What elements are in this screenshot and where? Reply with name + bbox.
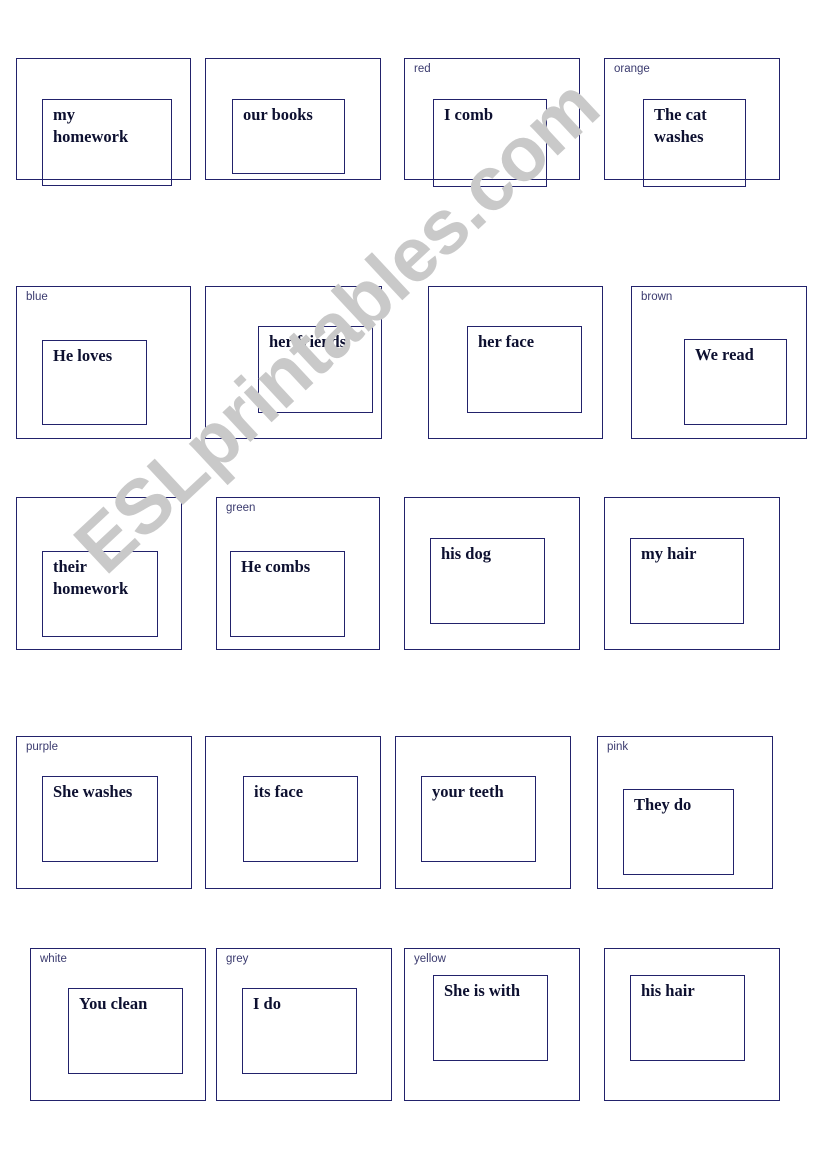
card[interactable]: its face xyxy=(205,736,381,889)
card-inner-box: our books xyxy=(232,99,345,174)
card-inner-box: I do xyxy=(242,988,357,1074)
card-inner-box: your teeth xyxy=(421,776,536,862)
card-phrase: She washes xyxy=(53,782,133,801)
card-color-label: grey xyxy=(226,953,249,965)
card-phrase: its face xyxy=(254,782,304,801)
card-inner-box: I comb xyxy=(433,99,547,187)
card-color-label: green xyxy=(226,502,256,514)
card-phrase: my hair xyxy=(641,544,697,563)
card-phrase: She is with xyxy=(444,981,521,1000)
card-color-label: brown xyxy=(641,291,673,303)
card-color-label: red xyxy=(414,63,431,75)
card-phrase: I do xyxy=(253,994,281,1013)
card-inner-box: its face xyxy=(243,776,358,862)
card[interactable]: his dog xyxy=(404,497,580,650)
card[interactable]: yellow She is with xyxy=(404,948,580,1101)
card[interactable]: purple She washes xyxy=(16,736,192,889)
card-phrase: He loves xyxy=(53,346,113,365)
card-inner-box: my hair xyxy=(630,538,744,624)
card-color-label: purple xyxy=(26,741,58,753)
card-phrase: We read xyxy=(695,345,754,364)
card[interactable]: my homework xyxy=(16,58,191,186)
card-inner-box: We read xyxy=(684,339,787,425)
card-color-label: pink xyxy=(607,741,629,753)
card-phrase: their homework xyxy=(53,557,129,598)
card-color-label: yellow xyxy=(414,953,446,965)
card-inner-box: his dog xyxy=(430,538,545,624)
card[interactable]: our books xyxy=(205,58,381,180)
card[interactable]: white You clean xyxy=(30,948,206,1101)
card[interactable]: my hair xyxy=(604,497,780,650)
card-phrase: He combs xyxy=(241,557,311,576)
card-inner-box: She washes xyxy=(42,776,158,862)
card[interactable]: brown We read xyxy=(631,286,807,439)
card[interactable]: green He combs xyxy=(216,497,380,650)
card-phrase: your teeth xyxy=(432,782,504,801)
card[interactable]: her friends xyxy=(205,286,382,439)
card[interactable]: blue He loves xyxy=(16,286,191,439)
card-inner-box: his hair xyxy=(630,975,745,1061)
card-inner-box: their homework xyxy=(42,551,158,637)
card[interactable]: her face xyxy=(428,286,603,439)
card-inner-box: They do xyxy=(623,789,734,875)
card[interactable]: their homework xyxy=(16,497,182,650)
card-inner-box: The cat washes xyxy=(643,99,746,187)
card-inner-box: He combs xyxy=(230,551,345,637)
card[interactable]: your teeth xyxy=(395,736,571,889)
card-phrase: her face xyxy=(478,332,535,351)
card-phrase: his hair xyxy=(641,981,695,1000)
card-phrase: his dog xyxy=(441,544,491,563)
card-phrase: her friends xyxy=(269,332,347,351)
card-phrase: They do xyxy=(634,795,692,814)
card-phrase: You clean xyxy=(79,994,148,1013)
card-phrase: I comb xyxy=(444,105,494,124)
card-color-label: blue xyxy=(26,291,48,303)
card-inner-box: You clean xyxy=(68,988,183,1074)
card[interactable]: his hair xyxy=(604,948,780,1101)
card-color-label: orange xyxy=(614,63,650,75)
card[interactable]: orange The cat washes xyxy=(604,58,780,187)
card-color-label: white xyxy=(40,953,67,965)
card-inner-box: her friends xyxy=(258,326,373,413)
card-phrase: our books xyxy=(243,105,313,124)
card[interactable]: red I comb xyxy=(404,58,580,187)
card-inner-box: She is with xyxy=(433,975,548,1061)
card-inner-box: He loves xyxy=(42,340,147,425)
card-inner-box: her face xyxy=(467,326,582,413)
card[interactable]: pink They do xyxy=(597,736,773,889)
worksheet-page: my homework our books red I comb orange … xyxy=(0,0,821,1169)
card[interactable]: grey I do xyxy=(216,948,392,1101)
card-phrase: The cat washes xyxy=(654,105,707,146)
card-inner-box: my homework xyxy=(42,99,172,186)
card-phrase: my homework xyxy=(53,105,129,146)
